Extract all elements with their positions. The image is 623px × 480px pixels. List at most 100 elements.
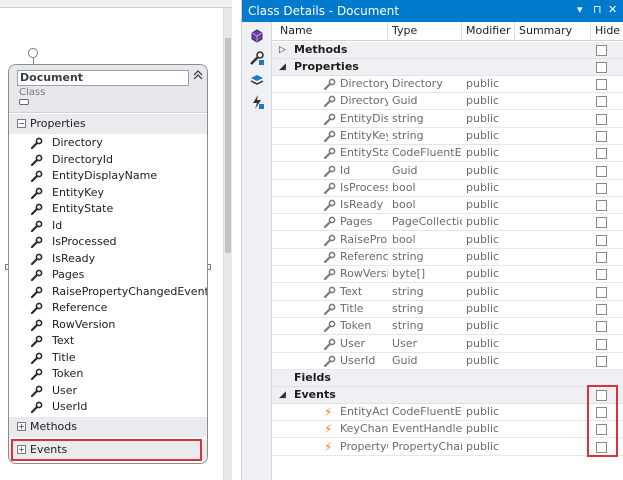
property-modifier[interactable]: public (466, 284, 515, 300)
hide-checkbox[interactable] (596, 165, 607, 177)
property-type[interactable]: bool (392, 232, 462, 248)
property-name[interactable]: EntityDisplay (340, 111, 388, 127)
property-type[interactable]: bool (392, 180, 462, 196)
property-type[interactable]: Guid (392, 93, 462, 109)
event-type[interactable]: CodeFluentEnti (392, 404, 462, 420)
hide-checkbox[interactable] (596, 79, 607, 90)
property-modifier[interactable]: public (466, 163, 515, 179)
property-row[interactable]: Title string public (272, 301, 623, 318)
property-row[interactable]: Token string public (272, 318, 623, 336)
property-row[interactable]: PagesPageCollectionpublic (272, 214, 623, 232)
property-name[interactable]: DirectoryId (340, 93, 388, 109)
property-modifier[interactable]: public (466, 76, 515, 92)
property-modifier[interactable]: public (466, 266, 515, 282)
hide-checkbox[interactable] (596, 252, 607, 263)
property-row[interactable]: IsProcessedboolpublic (272, 180, 623, 197)
shape-property-item[interactable]: EntityDisplayName (9, 168, 207, 184)
event-type[interactable]: EventHandler< (392, 421, 462, 437)
new-method-icon[interactable] (249, 28, 265, 44)
shape-property-item[interactable]: RowVersion (9, 317, 207, 333)
class-shape-document[interactable]: Document Class − Properties Directory Dir… (8, 64, 208, 464)
property-modifier[interactable]: public (466, 180, 515, 196)
property-row[interactable]: EntityKey string public (272, 128, 623, 145)
property-type[interactable]: string (392, 111, 462, 127)
event-modifier[interactable]: public (466, 421, 515, 437)
column-header-name[interactable]: Name (272, 22, 388, 41)
property-row[interactable]: User User public (272, 336, 623, 353)
shape-property-item[interactable]: Reference (9, 300, 207, 316)
hide-checkbox[interactable] (596, 96, 607, 108)
property-type[interactable]: string (392, 284, 462, 300)
shape-property-item[interactable]: Text (9, 333, 207, 349)
property-type[interactable]: string (392, 249, 462, 265)
property-modifier[interactable]: public (466, 232, 515, 248)
compartment-methods[interactable]: + Methods (9, 417, 207, 437)
new-property-icon[interactable] (249, 50, 265, 66)
expand-toggle-icon[interactable]: + (17, 422, 26, 431)
vertical-scrollbar[interactable] (223, 8, 232, 480)
group-events[interactable]: ◢ Events (272, 387, 623, 404)
property-type[interactable]: string (392, 128, 462, 144)
property-row[interactable]: IsReady bool public (272, 197, 623, 215)
property-row[interactable]: DirectoryIdGuidpublic (272, 93, 623, 111)
collapse-icon[interactable]: ◢ (279, 61, 286, 73)
hide-checkbox[interactable] (596, 321, 607, 333)
column-header-modifier[interactable]: Modifier (462, 22, 515, 41)
property-modifier[interactable]: public (466, 249, 515, 265)
class-diagram-canvas[interactable]: Document Class − Properties Directory Dir… (0, 0, 232, 480)
property-row[interactable]: Id Guid public (272, 163, 623, 180)
shape-property-item[interactable]: IsReady (9, 251, 207, 267)
property-type[interactable]: PageCollection (392, 214, 462, 230)
property-modifier[interactable]: public (466, 301, 515, 317)
compartment-properties[interactable]: − Properties (9, 114, 207, 134)
property-name[interactable]: RaisePropert (340, 232, 388, 248)
column-header-hide[interactable]: Hide (591, 22, 623, 41)
property-modifier[interactable]: public (466, 111, 515, 127)
property-row[interactable]: UserId Guid public (272, 353, 623, 370)
shape-property-item[interactable]: Pages (9, 267, 207, 283)
property-modifier[interactable]: public (466, 214, 515, 230)
property-row[interactable]: RowVersionbyte[]public (272, 266, 623, 284)
property-name[interactable]: Text (340, 284, 388, 300)
group-properties[interactable]: ◢ Properties (272, 59, 623, 76)
property-type[interactable]: Guid (392, 353, 462, 369)
event-name[interactable]: EntityAction (340, 404, 388, 420)
property-type[interactable]: Guid (392, 163, 462, 179)
new-event-icon[interactable] (249, 94, 265, 110)
property-name[interactable]: UserId (340, 353, 388, 369)
hide-checkbox[interactable] (596, 234, 607, 246)
property-name[interactable]: Id (340, 163, 388, 179)
expand-icon[interactable]: ▷ (279, 44, 286, 56)
property-modifier[interactable]: public (466, 353, 515, 369)
shape-property-item[interactable]: IsProcessed (9, 234, 207, 250)
collapse-icon[interactable] (192, 70, 204, 84)
column-header-type[interactable]: Type (388, 22, 462, 41)
property-modifier[interactable]: public (466, 197, 515, 213)
property-row[interactable]: Directory Directory public (272, 76, 623, 93)
collapse-toggle-icon[interactable]: − (17, 119, 26, 128)
hide-checkbox[interactable] (596, 200, 607, 212)
close-icon[interactable]: ✕ (608, 3, 617, 16)
property-row[interactable]: Text string public (272, 284, 623, 301)
event-type[interactable]: PropertyChange (392, 439, 462, 455)
property-name[interactable]: RowVersion (340, 266, 388, 282)
shape-property-item[interactable]: Title (9, 350, 207, 366)
property-type[interactable]: CodeFluentEnti (392, 145, 462, 161)
shape-property-item[interactable]: Id (9, 218, 207, 234)
property-modifier[interactable]: public (466, 336, 515, 352)
column-header-summary[interactable]: Summary (515, 22, 591, 41)
event-name[interactable]: KeyChanged (340, 421, 388, 437)
property-row[interactable]: RaisePropertboolpublic (272, 232, 623, 249)
property-modifier[interactable]: public (466, 93, 515, 109)
window-menu-icon[interactable]: ▾ (577, 3, 583, 16)
pin-icon[interactable]: ⊓ (593, 3, 602, 16)
shape-property-item[interactable]: User (9, 383, 207, 399)
property-row[interactable]: Referencestringpublic (272, 249, 623, 266)
property-name[interactable]: Pages (340, 214, 388, 230)
property-modifier[interactable]: public (466, 318, 515, 334)
hide-checkbox[interactable] (596, 182, 607, 194)
property-name[interactable]: IsReady (340, 197, 388, 213)
new-field-icon[interactable] (249, 72, 265, 88)
property-type[interactable]: string (392, 318, 462, 334)
property-type[interactable]: User (392, 336, 462, 352)
